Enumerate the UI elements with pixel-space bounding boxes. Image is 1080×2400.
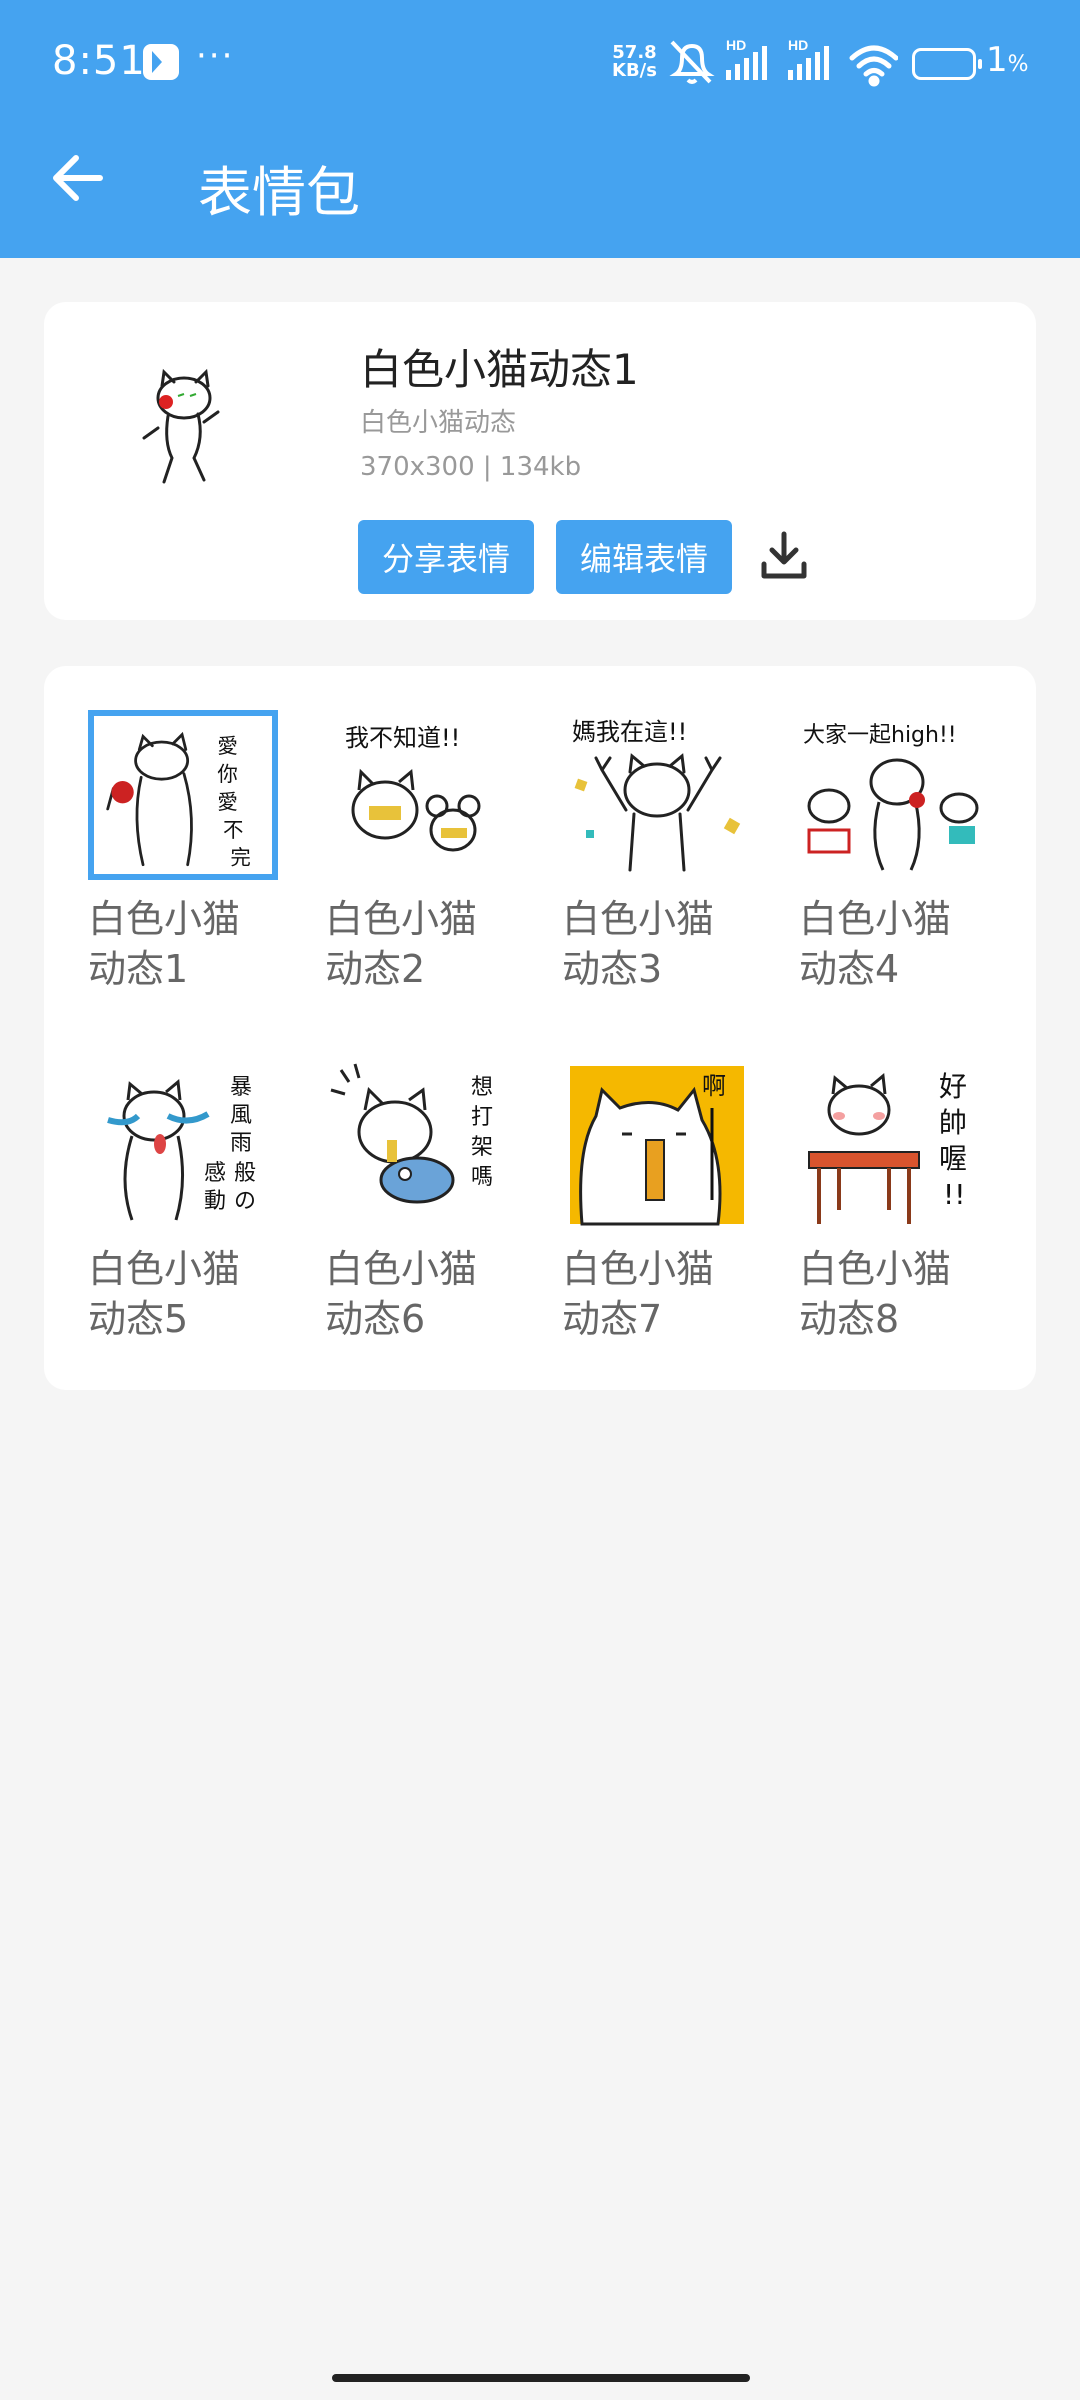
svg-text:打: 打 — [471, 1105, 493, 1130]
sticker-label: 白色小猫动态4 — [799, 897, 952, 991]
sticker-thumbnail: 啊 — [562, 1060, 752, 1230]
battery-percent: 1% — [986, 40, 1029, 80]
sticker-item-4[interactable]: 大家一起high!! 白色小猫动态4 — [799, 710, 999, 994]
svg-text:動: 動 — [204, 1189, 226, 1214]
svg-text:大家一起high!!: 大家一起high!! — [803, 723, 957, 748]
sticker-thumbnail: 暴 風 雨 感 動 般 の — [88, 1060, 278, 1230]
sticker-label: 白色小猫动态1 — [88, 897, 241, 991]
status-icons: HD HD — [669, 37, 898, 87]
sticker-label: 白色小猫动态5 — [88, 1247, 241, 1341]
svg-text:我不知道!!: 我不知道!! — [345, 724, 460, 752]
svg-text:帥: 帥 — [939, 1106, 967, 1139]
sticker-item-6[interactable]: 想 打 架 嗎 白色小猫动态6 — [325, 1060, 525, 1344]
battery-icon — [912, 48, 982, 80]
sticker-label: 白色小猫动态2 — [325, 897, 478, 991]
svg-text:HD: HD — [726, 37, 746, 53]
sticker-meta: 370x300 | 134kb — [360, 452, 582, 482]
signal-icon-2: HD — [788, 37, 829, 80]
sticker-label: 白色小猫动态7 — [562, 1247, 715, 1341]
status-bar: 8:51 ··· 57.8 KB/s HD HD 1% — [0, 0, 1080, 130]
sticker-item-8[interactable]: 好 帥 喔 !! 白色小猫动态8 — [799, 1060, 999, 1344]
svg-text:媽我在這!!: 媽我在這!! — [572, 718, 687, 746]
svg-text:完: 完 — [230, 846, 250, 870]
signal-icon: HD — [726, 37, 767, 80]
svg-text:架: 架 — [471, 1135, 493, 1160]
sticker-preview-image — [142, 368, 220, 484]
sticker-thumbnail: 好 帥 喔 !! — [799, 1060, 989, 1230]
sticker-name: 白色小猫动态1 — [360, 345, 639, 394]
battery-percent-unit: % — [1007, 52, 1029, 77]
sticker-grid: 愛 你 愛 不 完 白色小猫动态1 我不知道!! 白色小猫动态2 媽我在這!! — [44, 666, 1036, 1390]
svg-text:の: の — [234, 1189, 256, 1214]
sticker-item-5[interactable]: 暴 風 雨 感 動 般 の 白色小猫动态5 — [88, 1060, 288, 1344]
mute-icon — [669, 40, 715, 84]
svg-text:想: 想 — [471, 1075, 493, 1100]
svg-text:好: 好 — [939, 1070, 967, 1103]
svg-text:不: 不 — [223, 818, 243, 842]
sticker-detail-card: 白色小猫动态1 白色小猫动态 370x300 | 134kb 分享表情 编辑表情 — [44, 302, 1036, 620]
svg-text:!!: !! — [943, 1178, 965, 1211]
sticker-caption: 愛 — [217, 734, 237, 758]
sticker-thumbnail: 愛 你 愛 不 完 — [88, 710, 278, 880]
svg-text:嗎: 嗎 — [471, 1165, 493, 1190]
more-notifications-icon: ··· — [196, 36, 235, 76]
wifi-icon — [849, 45, 898, 87]
svg-text:風: 風 — [230, 1103, 252, 1128]
battery-percent-value: 1 — [986, 40, 1008, 80]
network-speed-unit: KB/s — [612, 60, 657, 81]
sticker-thumbnail: 想 打 架 嗎 — [325, 1060, 515, 1230]
svg-text:暴: 暴 — [230, 1075, 252, 1100]
sticker-item-1[interactable]: 愛 你 愛 不 完 白色小猫动态1 — [88, 710, 288, 994]
svg-text:愛: 愛 — [217, 790, 237, 814]
sticker-thumbnail: 我不知道!! — [325, 710, 515, 880]
sticker-item-2[interactable]: 我不知道!! 白色小猫动态2 — [325, 710, 525, 994]
status-time: 8:51 — [52, 38, 146, 84]
svg-text:HD: HD — [788, 37, 808, 53]
arrow-left-icon[interactable] — [48, 148, 108, 208]
app-notification-icon — [143, 44, 179, 80]
svg-text:雨: 雨 — [230, 1131, 252, 1156]
sticker-item-7[interactable]: 啊 白色小猫动态7 — [562, 1060, 762, 1344]
sticker-label: 白色小猫动态3 — [562, 897, 715, 991]
sticker-thumbnail: 大家一起high!! — [799, 710, 989, 880]
network-speed: 57.8 KB/s — [612, 44, 657, 80]
sticker-pack-name: 白色小猫动态 — [360, 408, 517, 438]
download-icon[interactable] — [758, 530, 810, 582]
svg-text:喔: 喔 — [939, 1142, 967, 1175]
home-indicator[interactable] — [332, 2374, 750, 2382]
share-sticker-button[interactable]: 分享表情 — [358, 520, 534, 594]
sticker-item-3[interactable]: 媽我在這!! 白色小猫动态3 — [562, 710, 762, 994]
page-title: 表情包 — [198, 161, 360, 224]
app-header: 8:51 ··· 57.8 KB/s HD HD 1% 表情包 — [0, 0, 1080, 258]
svg-text:般: 般 — [234, 1161, 256, 1186]
sticker-label: 白色小猫动态6 — [325, 1247, 478, 1341]
sticker-thumbnail: 媽我在這!! — [562, 710, 752, 880]
svg-text:啊: 啊 — [702, 1072, 726, 1100]
svg-text:感: 感 — [204, 1161, 226, 1186]
edit-sticker-button[interactable]: 编辑表情 — [556, 520, 732, 594]
sticker-label: 白色小猫动态8 — [799, 1247, 952, 1341]
svg-text:你: 你 — [217, 762, 237, 786]
